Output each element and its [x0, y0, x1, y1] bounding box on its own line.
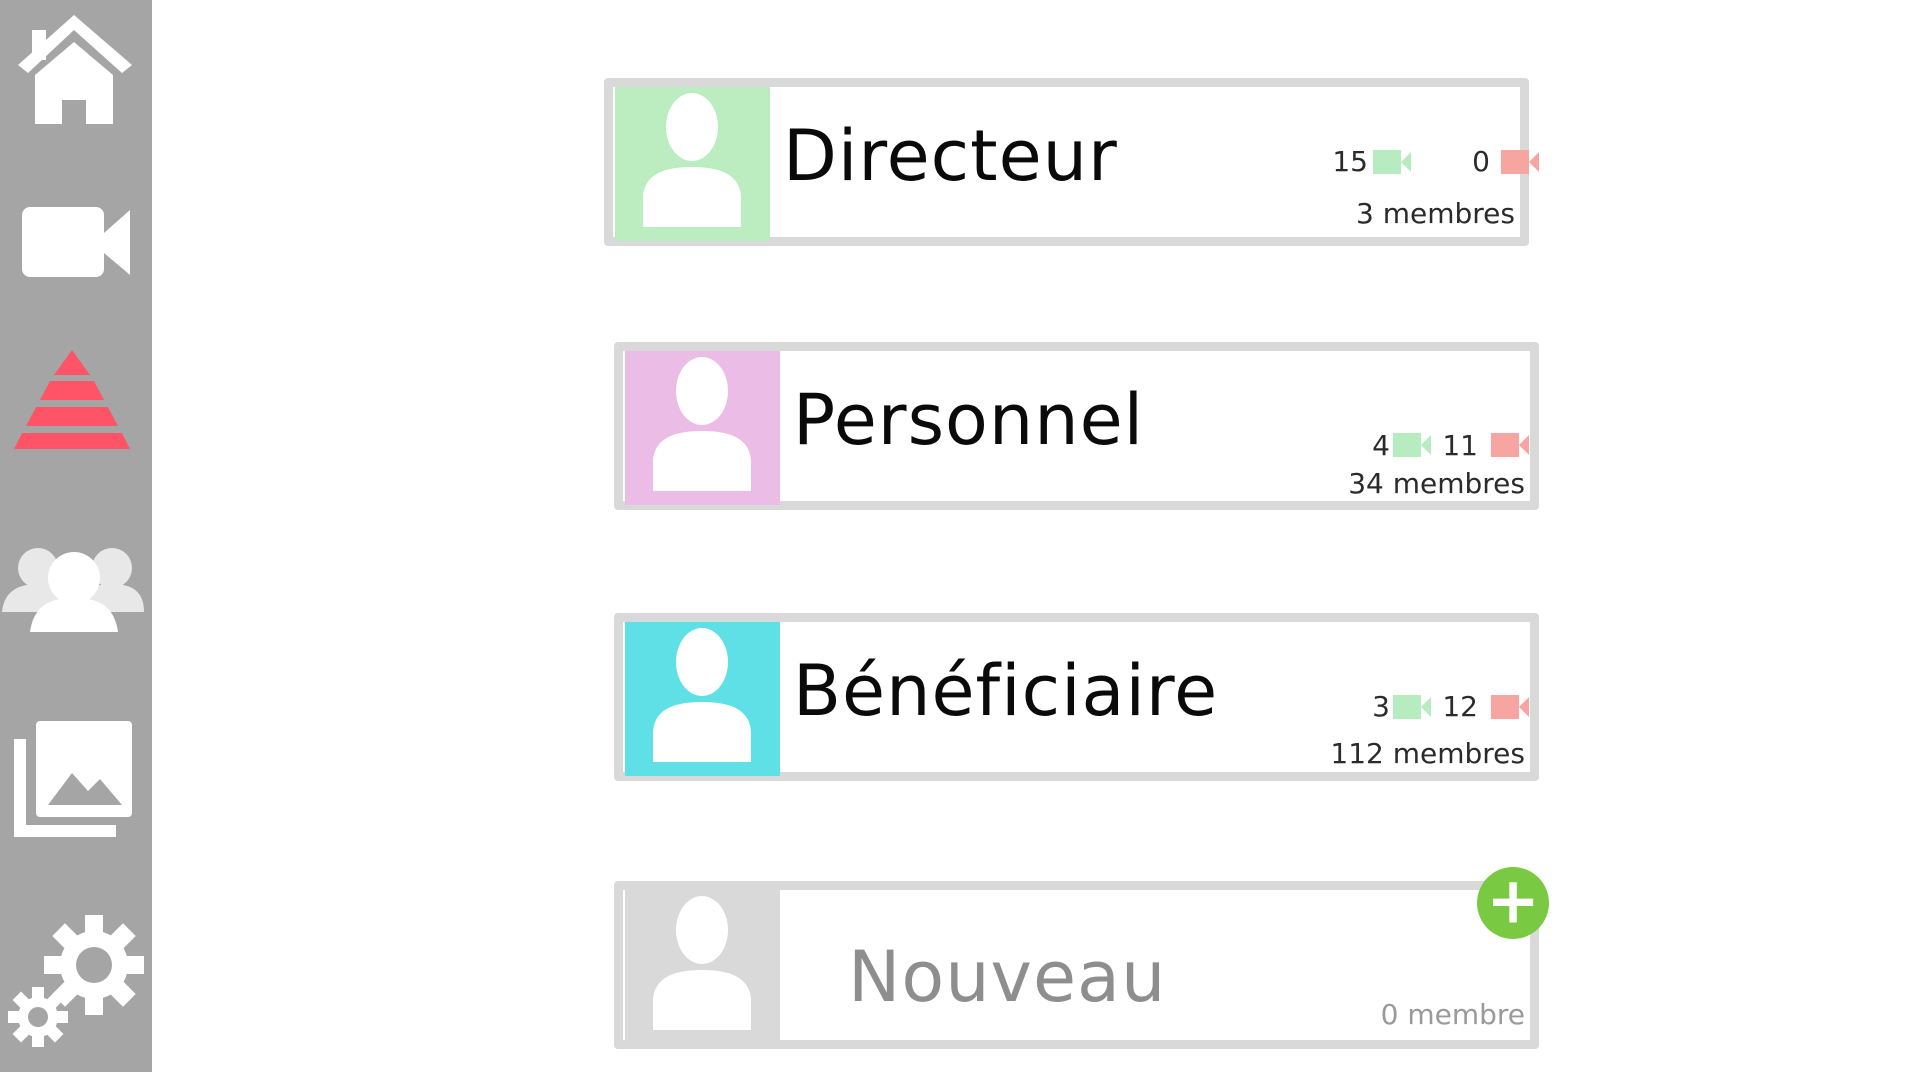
nav-groups[interactable] [0, 540, 152, 640]
sidebar [0, 0, 152, 1072]
nav-hierarchy[interactable] [0, 345, 152, 465]
video-camera-green-icon [1373, 150, 1411, 174]
group-card-directeur[interactable]: Directeur 15 0 3 membres [604, 78, 1539, 246]
nav-gallery[interactable] [0, 715, 152, 845]
plus-icon: + [1486, 864, 1540, 939]
group-avatar [625, 351, 780, 505]
nav-settings[interactable] [0, 905, 152, 1055]
user-avatar-icon [653, 628, 751, 762]
group-name: Personnel [793, 379, 1145, 461]
user-avatar-icon [643, 93, 741, 227]
camera-active-count: 3 [1372, 690, 1390, 723]
new-group-card[interactable]: Nouveau 0 membre [614, 881, 1539, 1049]
user-avatar-icon [653, 357, 751, 491]
group-name: Directeur [783, 115, 1118, 197]
user-avatar-icon [653, 896, 751, 1030]
video-camera-icon [22, 207, 130, 277]
group-users-icon [2, 548, 144, 632]
video-camera-red-icon [1491, 433, 1529, 457]
member-count: 0 membre [1380, 998, 1525, 1031]
nav-videos[interactable] [0, 195, 152, 285]
camera-inactive-count: 11 [1442, 429, 1478, 462]
camera-active-count: 4 [1372, 429, 1390, 462]
group-avatar [625, 890, 780, 1044]
group-card-personnel[interactable]: Personnel 4 11 34 membres [614, 342, 1539, 510]
group-name: Bénéficiaire [793, 650, 1219, 732]
member-count: 34 membres [1348, 467, 1525, 500]
hierarchy-pyramid-icon [14, 350, 130, 449]
settings-gears-icon [8, 915, 144, 1047]
member-count: 112 membres [1330, 737, 1525, 770]
member-count: 3 membres [1356, 197, 1515, 230]
home-icon [18, 15, 132, 124]
add-group-button[interactable]: + [1477, 867, 1549, 939]
video-camera-red-icon [1491, 695, 1529, 719]
gallery-icon [14, 721, 132, 837]
nav-home[interactable] [0, 10, 152, 130]
camera-inactive-count: 12 [1442, 690, 1478, 723]
video-camera-red-icon [1501, 150, 1539, 174]
group-avatar [625, 622, 780, 776]
group-card-beneficiaire[interactable]: Bénéficiaire 3 12 112 membres [614, 613, 1539, 781]
camera-inactive-count: 0 [1472, 145, 1490, 178]
group-name: Nouveau [848, 936, 1167, 1018]
group-avatar [615, 87, 770, 241]
camera-active-count: 15 [1332, 145, 1368, 178]
